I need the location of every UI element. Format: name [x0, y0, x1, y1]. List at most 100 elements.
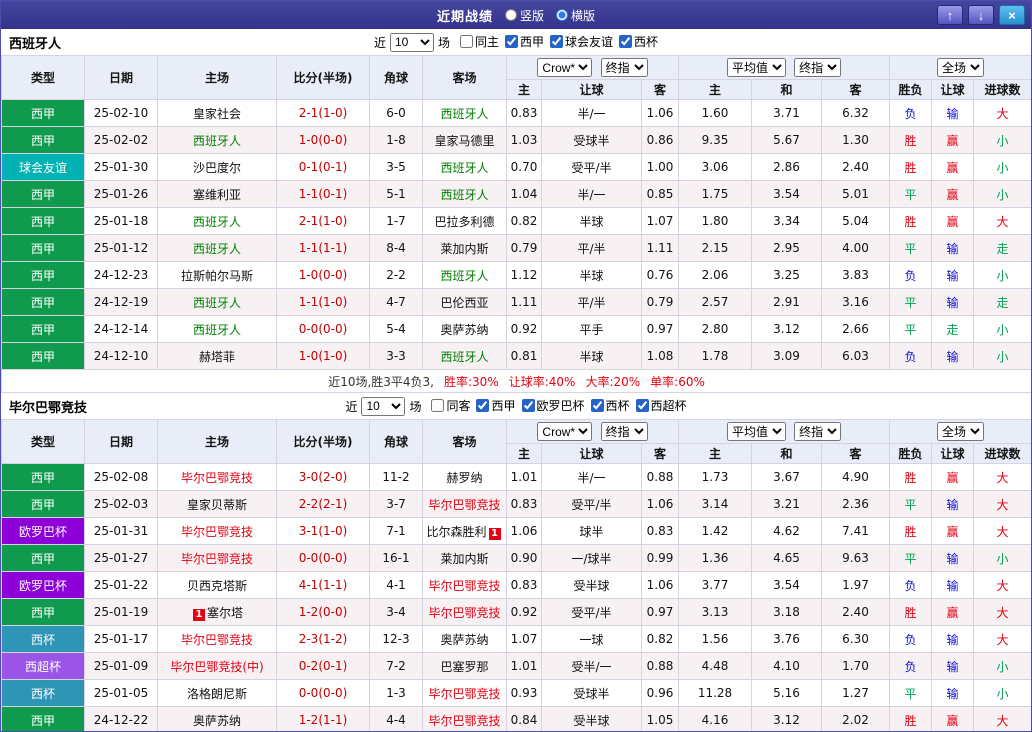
euro-odds-header: 平均值 终指 [679, 56, 890, 80]
competition-type: 欧罗巴杯 [2, 518, 85, 545]
match-score: 1-0(1-0) [277, 343, 370, 370]
euro-home-odds: 4.16 [679, 707, 752, 732]
filter-checkbox-西杯[interactable]: 西杯 [619, 33, 658, 50]
team-name: 皇家马德里 [434, 134, 494, 148]
euro-home-odds: 2.80 [679, 316, 752, 343]
result-handicap: 输 [932, 680, 974, 707]
asia-home-odds: 0.79 [507, 235, 542, 262]
match-row: 西甲25-02-08毕尔巴鄂竞技3-0(2-0)11-2赫罗纳1.01半/一0.… [2, 464, 1032, 491]
result-handicap: 赢 [932, 599, 974, 626]
team-name: 毕尔巴鄂竞技 [428, 579, 500, 593]
euro-kind-select[interactable]: 终指 [794, 58, 841, 77]
competition-type: 西甲 [2, 262, 85, 289]
match-score: 0-1(0-1) [277, 154, 370, 181]
asia-home-odds: 0.92 [507, 599, 542, 626]
asia-source-select[interactable]: Crow* [537, 422, 592, 441]
team-name: 西班牙人 [440, 161, 488, 175]
euro-draw-odds: 3.21 [752, 491, 822, 518]
filter-checkbox-同主[interactable]: 同主 [460, 33, 499, 50]
competition-type: 西甲 [2, 599, 85, 626]
move-down-button[interactable]: ↓ [968, 5, 994, 25]
euro-source-select[interactable]: 平均值 [727, 422, 786, 441]
euro-source-select[interactable]: 平均值 [727, 58, 786, 77]
checkbox-input[interactable] [636, 399, 649, 412]
asia-home-odds: 1.04 [507, 181, 542, 208]
layout-radio-vertical[interactable]: 竖版 [505, 7, 544, 24]
col-header-score: 比分(半场) [277, 420, 370, 464]
match-row: 西甲24-12-19西班牙人1-1(1-0)4-7巴伦西亚1.11平/半0.79… [2, 289, 1032, 316]
euro-kind-select[interactable]: 终指 [794, 422, 841, 441]
team-name: 巴塞罗那 [440, 660, 488, 674]
result-goals: 大 [974, 599, 1032, 626]
home-team: 皇家贝蒂斯 [158, 491, 277, 518]
result-handicap: 输 [932, 100, 974, 127]
checkbox-input[interactable] [476, 399, 489, 412]
filter-checkbox-西杯[interactable]: 西杯 [591, 397, 630, 414]
filter-checkbox-西超杯[interactable]: 西超杯 [636, 397, 687, 414]
team-name: 赫塔菲 [199, 350, 235, 364]
subcol-goals: 进球数 [974, 80, 1032, 100]
home-team: 毕尔巴鄂竞技(中) [158, 653, 277, 680]
corner-score: 6-0 [370, 100, 423, 127]
team-name: 毕尔巴鄂竞技 [181, 525, 253, 539]
match-count-select[interactable]: 10 [390, 33, 434, 52]
filter-checkbox-欧罗巴杯[interactable]: 欧罗巴杯 [522, 397, 585, 414]
checkbox-input[interactable] [460, 35, 473, 48]
summary-cell: 近10场,胜3平4负3,胜率:30%让球率:40%大率:20%单率:60% [2, 370, 1032, 393]
asia-away-odds: 0.88 [642, 653, 679, 680]
euro-home-odds: 2.57 [679, 289, 752, 316]
result-handicap: 输 [932, 572, 974, 599]
checkbox-input[interactable] [550, 35, 563, 48]
layout-radio-horizontal[interactable]: 横版 [556, 7, 595, 24]
close-button[interactable]: × [999, 5, 1025, 25]
result-goals: 小 [974, 181, 1032, 208]
asia-home-odds: 1.07 [507, 626, 542, 653]
euro-draw-odds: 2.86 [752, 154, 822, 181]
asia-kind-select[interactable]: 终指 [601, 58, 648, 77]
competition-type: 西甲 [2, 545, 85, 572]
titlebar: 近期战绩 竖版 横版 ↑ ↓ × [1, 1, 1031, 29]
filter-checkbox-西甲[interactable]: 西甲 [505, 33, 544, 50]
match-date: 24-12-23 [85, 262, 158, 289]
match-row: 西甲24-12-22奥萨苏纳1-2(1-1)4-4毕尔巴鄂竞技0.84受半球1.… [2, 707, 1032, 732]
team-name: 巴拉多利德 [434, 215, 494, 229]
checkbox-input[interactable] [591, 399, 604, 412]
asia-kind-select[interactable]: 终指 [601, 422, 648, 441]
result-goals: 小 [974, 680, 1032, 707]
corner-score: 1-8 [370, 127, 423, 154]
subcol-asia-away: 客 [642, 444, 679, 464]
asia-away-odds: 0.79 [642, 289, 679, 316]
summary-stat: 大率:20% [585, 375, 640, 389]
filter-checkbox-同客[interactable]: 同客 [431, 397, 470, 414]
subcol-asia-handicap: 让球 [542, 444, 642, 464]
filter-checkbox-西甲[interactable]: 西甲 [476, 397, 515, 414]
asia-source-select[interactable]: Crow* [537, 58, 592, 77]
filter-checkbox-球会友谊[interactable]: 球会友谊 [550, 33, 613, 50]
competition-type: 球会友谊 [2, 154, 85, 181]
checkbox-input[interactable] [619, 35, 632, 48]
radio-vertical-input[interactable] [505, 9, 517, 21]
away-team: 巴拉多利德 [423, 208, 507, 235]
match-count-select[interactable]: 10 [361, 397, 405, 416]
col-header-type: 类型 [2, 56, 85, 100]
radio-horizontal-input[interactable] [556, 9, 568, 21]
summary-stat: 单率:60% [650, 375, 705, 389]
checkbox-input[interactable] [431, 399, 444, 412]
move-up-button[interactable]: ↑ [937, 5, 963, 25]
checkbox-input[interactable] [505, 35, 518, 48]
asia-home-odds: 1.01 [507, 653, 542, 680]
league-filter-checkboxes: 同主西甲球会友谊西杯 [454, 33, 658, 51]
checkbox-input[interactable] [522, 399, 535, 412]
team-name: 西班牙人 [193, 134, 241, 148]
scope-select[interactable]: 全场 [937, 58, 984, 77]
home-team: 西班牙人 [158, 289, 277, 316]
team-name: 巴伦西亚 [440, 296, 488, 310]
subcol-euro-home: 主 [679, 80, 752, 100]
euro-draw-odds: 2.91 [752, 289, 822, 316]
euro-home-odds: 1.78 [679, 343, 752, 370]
up-arrow-icon: ↑ [947, 8, 954, 23]
euro-draw-odds: 3.12 [752, 707, 822, 732]
scope-select[interactable]: 全场 [937, 422, 984, 441]
match-row: 西甲25-02-10皇家社会2-1(1-0)6-0西班牙人0.83半/一1.06… [2, 100, 1032, 127]
red-card-badge: 1 [489, 528, 501, 540]
